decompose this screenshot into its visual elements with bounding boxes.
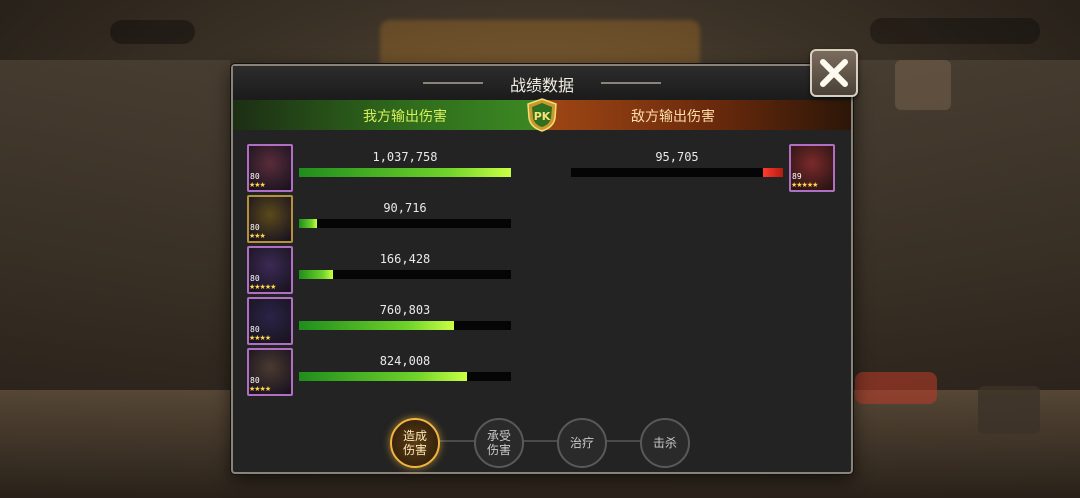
enemy-damage-bar [571,168,783,177]
enemy-damage-value: 95,705 [655,150,699,164]
panel-title: 战绩数据 [509,76,574,95]
panel-title-bar: 战绩数据 [233,66,851,100]
ally-damage-bar-fill [299,219,317,228]
tab-kills[interactable]: 击杀 [640,418,690,468]
damage-header-row: 我方输出伤害 敌方输出伤害 PK [233,98,851,132]
ally-damage-bar [299,372,511,381]
arena-wall-right [850,60,1080,390]
title-ornament-right [601,82,661,84]
hero-stars: ★★★★★ [791,181,818,189]
tab-label: 治疗 [569,436,594,450]
ally-damage-value: 166,428 [379,252,431,266]
hero-stars: ★★★★ [249,385,271,393]
ally-damage-value: 760,803 [379,303,431,317]
svg-text:PK: PK [534,110,551,123]
ally-damage-bar [299,168,511,177]
ally-damage-bar-fill [299,372,467,381]
hero-level: 80 [250,376,260,385]
close-button[interactable] [810,49,858,97]
ally-hero-portrait: 80 ★★★ [247,144,293,192]
tab-damage-dealt[interactable]: 造成 伤害 [390,418,440,468]
ally-damage-bar [299,270,511,279]
blurred-currency [870,18,1040,44]
hero-level: 80 [250,172,260,181]
ally-damage-value: 824,008 [379,354,431,368]
stats-tab-bar: 造成 伤害 承受 伤害 治疗 击杀 [233,418,851,468]
hero-level: 80 [250,325,260,334]
ally-damage-bar-fill [299,168,511,177]
enemy-damage-bar-fill [763,168,783,177]
tab-damage-taken[interactable]: 承受 伤害 [474,418,524,468]
hero-level: 80 [250,223,260,232]
ally-hero-portrait: 80 ★★★★ [247,297,293,345]
enemy-damage-header: 敌方输出伤害 [631,109,715,125]
tab-label: 承受 伤害 [486,429,511,457]
ally-damage-bar-fill [299,321,454,330]
ally-damage-value: 1,037,758 [372,150,438,164]
enemy-hero-portrait: 89 ★★★★★ [789,144,835,192]
tab-label: 击杀 [652,436,677,450]
blurred-auto-button [978,386,1040,434]
pk-shield-icon: PK [527,98,557,132]
close-x-icon [820,59,848,87]
ally-damage-bar [299,321,511,330]
hero-stars: ★★★★★ [249,283,276,291]
blurred-stats-button [895,60,951,110]
hero-level: 89 [792,172,802,181]
hero-level: 80 [250,274,260,283]
ally-damage-header: 我方输出伤害 [363,109,447,125]
ally-damage-bar [299,219,511,228]
tab-label: 造成 伤害 [402,429,427,457]
ally-damage-bar-fill [299,270,333,279]
battle-stats-panel: 战绩数据 我方输出伤害 敌方输出伤害 PK 80 ★★★ 1,037,758 80 ★★… [231,64,853,474]
ally-hero-portrait: 80 ★★★★ [247,348,293,396]
arena-wall-left [0,60,230,390]
hero-stars: ★★★ [249,181,266,189]
blurred-timer [110,20,195,44]
ally-hero-portrait: 80 ★★★★★ [247,246,293,294]
ally-hero-portrait: 80 ★★★ [247,195,293,243]
hero-stars: ★★★★ [249,334,271,342]
ally-damage-value: 90,716 [383,201,427,215]
blurred-exit-button [855,372,937,404]
hero-stars: ★★★ [249,232,266,240]
tab-healing[interactable]: 治疗 [557,418,607,468]
